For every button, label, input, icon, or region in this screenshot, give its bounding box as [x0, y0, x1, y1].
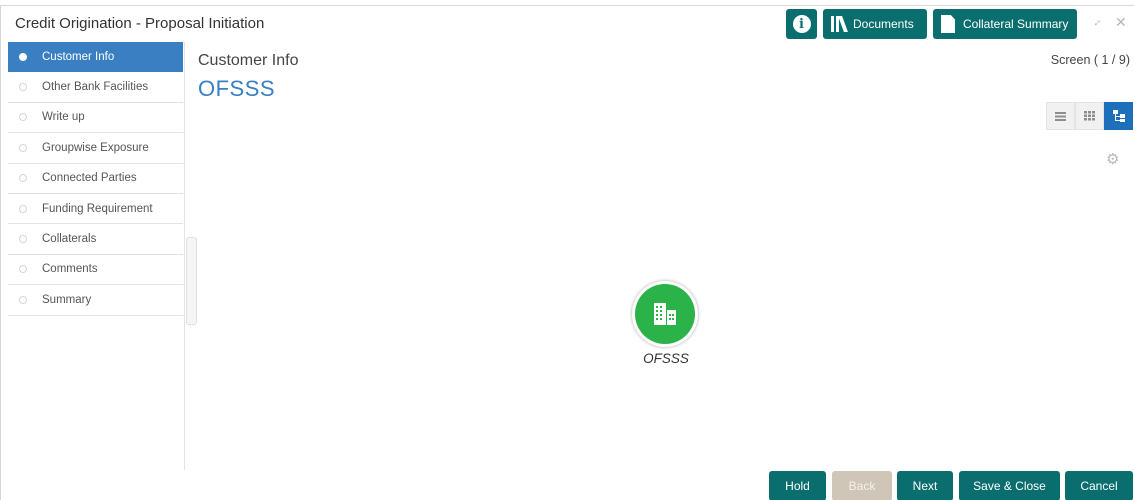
step-dot-icon	[19, 235, 27, 244]
step-dot-icon	[19, 204, 27, 213]
sidebar-item-label: Summary	[42, 293, 92, 306]
document-icon	[941, 15, 955, 33]
books-icon	[831, 16, 848, 32]
sidebar-item-connected-parties[interactable]: Connected Parties	[8, 163, 183, 194]
building-icon	[654, 303, 676, 325]
page-title: Customer Info	[198, 52, 299, 69]
sidebar-nav: Customer Info Other Bank Facilities Writ…	[8, 42, 183, 322]
view-mode-toggle	[1046, 102, 1133, 130]
sidebar-item-label: Connected Parties	[42, 172, 137, 185]
window-header: Credit Origination - Proposal Initiation…	[1, 6, 1134, 42]
org-node-circle	[635, 284, 695, 344]
hold-button[interactable]: Hold	[769, 471, 826, 500]
hierarchy-view-button[interactable]	[1104, 102, 1133, 130]
sidebar-item-groupwise-exposure[interactable]: Groupwise Exposure	[8, 133, 183, 164]
org-node[interactable]	[632, 281, 698, 347]
hierarchy-icon	[1112, 110, 1125, 122]
collateral-summary-button[interactable]: Collateral Summary	[933, 9, 1077, 39]
cancel-button[interactable]: Cancel	[1065, 471, 1133, 500]
sidebar-item-label: Customer Info	[42, 50, 115, 63]
sidebar-item-label: Funding Requirement	[42, 202, 153, 215]
sidebar-item-comments[interactable]: Comments	[8, 254, 183, 286]
collateral-summary-label: Collateral Summary	[963, 17, 1069, 31]
close-icon[interactable]: ✕	[1115, 14, 1127, 31]
grid-icon	[1084, 111, 1095, 121]
app-window: Credit Origination - Proposal Initiation…	[0, 5, 1134, 500]
sidebar-item-label: Other Bank Facilities	[42, 81, 149, 94]
step-dot-icon	[19, 143, 27, 152]
sidebar-item-funding-requirement[interactable]: Funding Requirement	[8, 193, 183, 225]
gear-icon[interactable]: ⚙	[1106, 152, 1120, 167]
back-button[interactable]: Back	[832, 471, 892, 500]
sidebar-item-summary[interactable]: Summary	[8, 285, 183, 316]
org-node-label: OFSSS	[643, 351, 689, 366]
grid-view-button[interactable]	[1075, 102, 1104, 130]
sidebar-item-label: Write up	[42, 111, 85, 124]
sidebar-divider	[184, 42, 185, 470]
step-dot-icon	[19, 174, 27, 183]
sidebar-item-customer-info[interactable]: Customer Info	[8, 42, 183, 73]
step-dot-icon	[19, 113, 27, 122]
sidebar-resize-handle[interactable]	[186, 237, 197, 325]
sidebar-item-label: Collaterals	[42, 233, 97, 246]
info-icon: i	[792, 15, 811, 33]
expand-icon[interactable]: ↔	[1088, 14, 1104, 30]
step-dot-icon	[19, 83, 27, 92]
step-dot-icon	[19, 295, 27, 304]
step-dot-icon	[19, 265, 27, 274]
documents-label: Documents	[853, 17, 914, 31]
list-icon	[1055, 111, 1066, 121]
step-dot-icon	[19, 52, 27, 61]
sidebar-item-label: Comments	[42, 263, 98, 276]
window-title: Credit Origination - Proposal Initiation	[15, 15, 265, 32]
next-button[interactable]: Next	[897, 471, 953, 500]
sidebar-item-label: Groupwise Exposure	[42, 141, 149, 154]
list-view-button[interactable]	[1046, 102, 1075, 130]
sidebar-item-collaterals[interactable]: Collaterals	[8, 224, 183, 255]
info-button[interactable]: i	[786, 9, 817, 39]
screen-counter: Screen ( 1 / 9)	[1050, 53, 1130, 67]
documents-button[interactable]: Documents	[823, 9, 927, 39]
sidebar-item-write-up[interactable]: Write up	[8, 102, 183, 134]
sidebar-item-other-bank-facilities[interactable]: Other Bank Facilities	[8, 72, 183, 103]
entity-name: OFSSS	[198, 76, 276, 101]
save-and-close-button[interactable]: Save & Close	[959, 471, 1060, 500]
